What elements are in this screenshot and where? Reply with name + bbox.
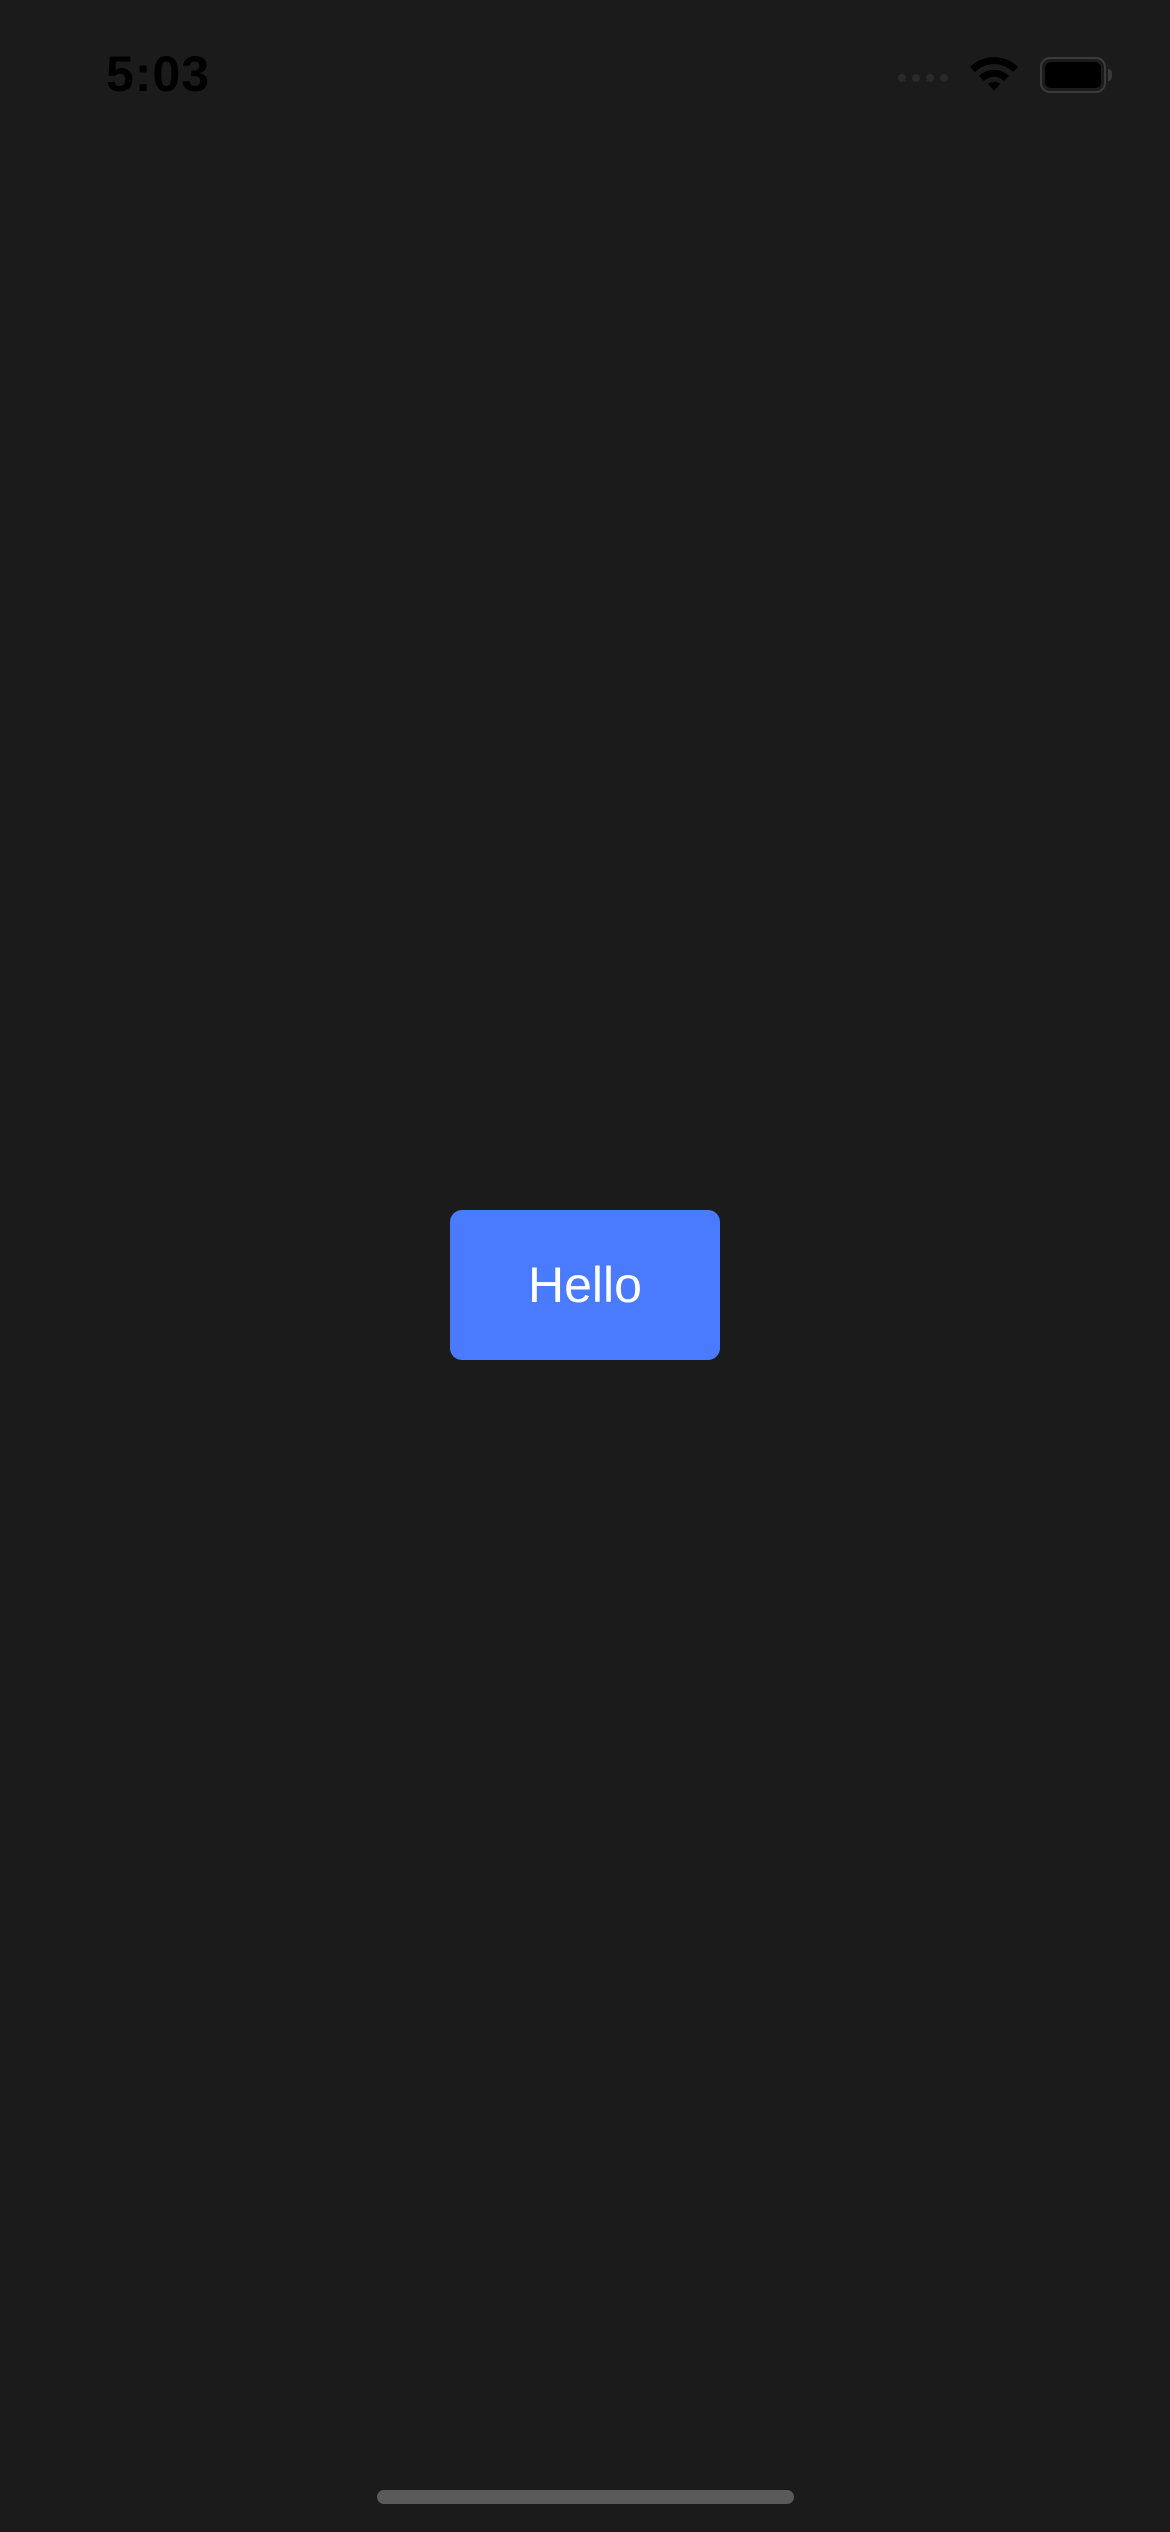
signal-icon — [898, 68, 952, 82]
wifi-icon — [970, 57, 1018, 91]
status-bar: 5:03 — [0, 0, 1170, 150]
home-indicator[interactable] — [377, 2490, 794, 2504]
status-icons — [898, 50, 1114, 100]
battery-icon — [1040, 57, 1112, 93]
status-time: 5:03 — [106, 46, 211, 102]
hello-button[interactable]: Hello — [450, 1210, 720, 1360]
